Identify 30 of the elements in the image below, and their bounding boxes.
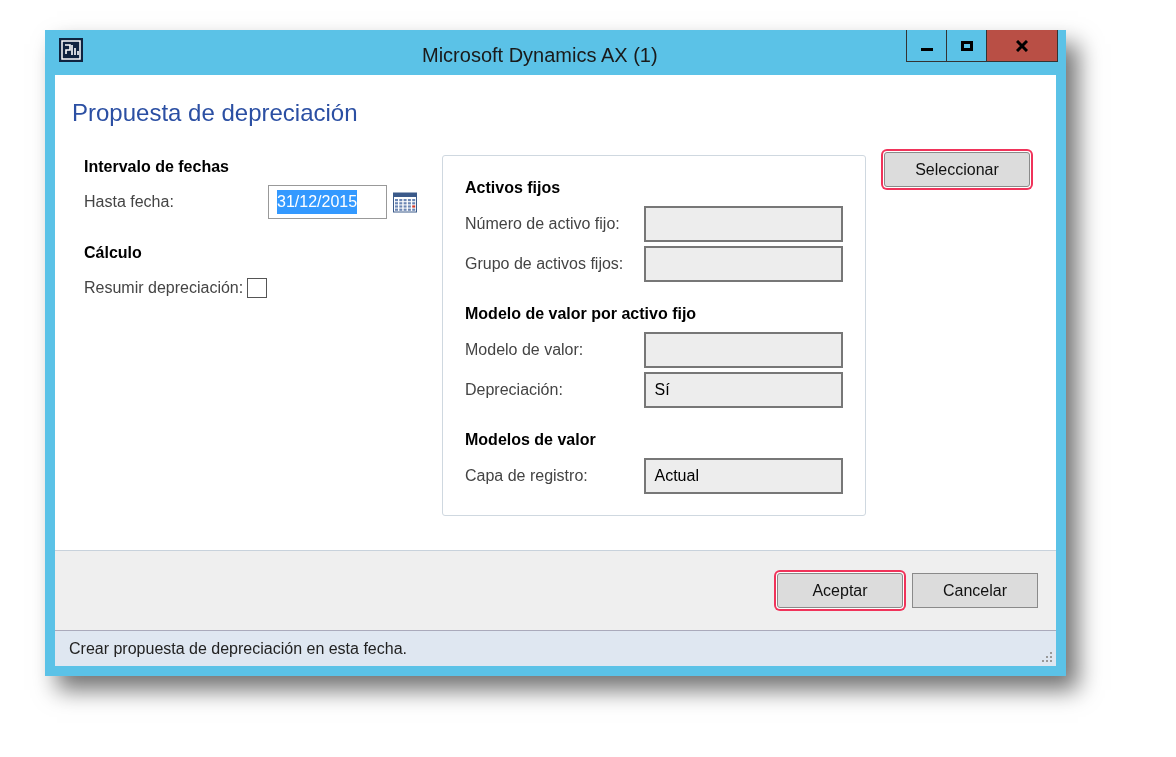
field-label: Depreciación: xyxy=(465,380,564,400)
readonly-field[interactable]: Actual xyxy=(644,458,843,494)
cancel-button[interactable]: Cancelar xyxy=(912,573,1038,608)
field-label: Hasta fecha: xyxy=(84,192,175,212)
field-label: Modelo de valor: xyxy=(465,340,585,360)
checkbox[interactable] xyxy=(247,278,268,298)
section-heading: Activos fijos xyxy=(465,178,562,198)
app-logo-icon xyxy=(59,38,83,62)
form-title: Propuesta de depreciación xyxy=(72,98,358,128)
readonly-field[interactable] xyxy=(644,206,843,242)
field-label: Resumir depreciación: xyxy=(84,278,244,298)
ok-button[interactable]: Aceptar xyxy=(777,573,903,608)
window-title: Microsoft Dynamics AX (1) xyxy=(422,43,658,68)
close-icon xyxy=(1016,39,1028,52)
section-heading: Cálculo xyxy=(84,243,143,263)
select-button[interactable]: Seleccionar xyxy=(884,152,1030,187)
section-heading: Intervalo de fechas xyxy=(84,157,230,177)
resize-grip-icon[interactable] xyxy=(1039,649,1053,663)
status-text: Crear propuesta de depreciación en esta fecha. xyxy=(69,638,407,659)
readonly-field[interactable]: Sí xyxy=(644,372,843,408)
readonly-field[interactable] xyxy=(644,246,843,282)
field-label: Número de activo fijo: xyxy=(465,214,621,234)
calendar-icon[interactable] xyxy=(393,191,417,213)
field-label: Grupo de activos fijos: xyxy=(465,254,625,274)
section-heading: Modelos de valor xyxy=(465,430,597,450)
close-button[interactable] xyxy=(987,30,1057,61)
section-heading: Modelo de valor por activo fijo xyxy=(465,304,698,324)
field-label: Capa de registro: xyxy=(465,466,589,486)
readonly-field[interactable] xyxy=(644,332,843,368)
date-value: 31/12/2015 xyxy=(277,190,358,214)
